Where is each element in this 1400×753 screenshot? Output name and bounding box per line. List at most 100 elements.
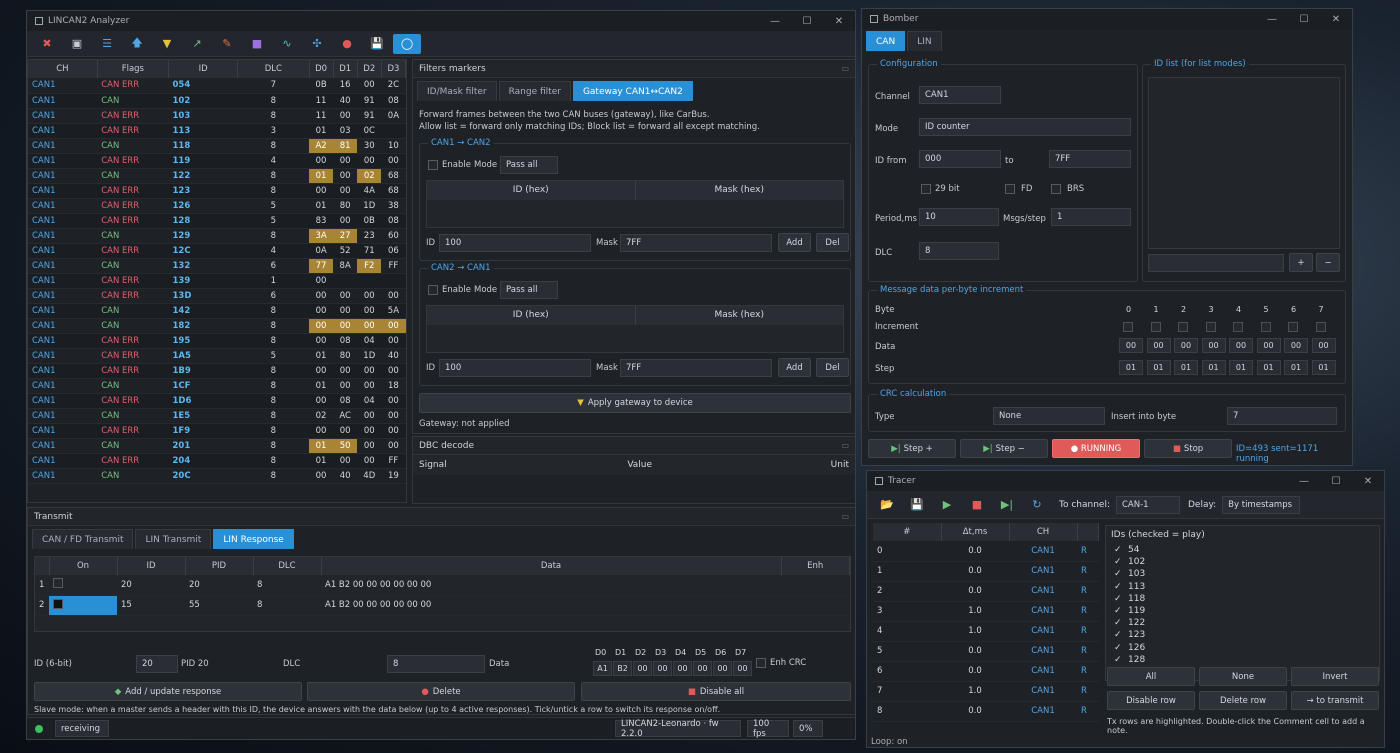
stop-button[interactable]: ■ Stop	[1144, 439, 1232, 458]
step-byte-input[interactable]: 01	[1174, 360, 1198, 375]
table-row[interactable]: CAN1 CAN 20C 8 00 40 4D 19	[28, 468, 406, 484]
all-button[interactable]: All	[1107, 667, 1195, 686]
table-row[interactable]: CAN1 CAN ERR 204 8 01 00 00 FF	[28, 453, 406, 469]
list-item[interactable]: ✓ 54	[1106, 544, 1379, 556]
close-button[interactable]: ✕	[823, 11, 855, 31]
col-ch[interactable]: CH	[28, 60, 98, 78]
data-cell[interactable]: A1 B2 00 00 00 00 00 00	[321, 575, 781, 596]
byte-input[interactable]: 00	[673, 661, 692, 676]
del-button-2[interactable]: Del	[816, 358, 849, 377]
save-icon[interactable]: 💾	[363, 34, 391, 54]
check-icon[interactable]: ✓	[1114, 618, 1124, 628]
minimize-button[interactable]: —	[759, 11, 791, 31]
pin-icon[interactable]: ▭	[841, 441, 849, 450]
table-row[interactable]: CAN1 CAN ERR 128 5 83 00 0B 08	[28, 213, 406, 229]
tab-can[interactable]: CAN	[866, 31, 906, 51]
arrow-up-icon[interactable]: 🡅	[123, 34, 151, 54]
mode-select-1[interactable]: Pass all	[500, 156, 558, 174]
close-button[interactable]: ✕	[1352, 471, 1384, 491]
id-add-button[interactable]: +	[1289, 253, 1313, 272]
step-byte-input[interactable]: 01	[1256, 360, 1281, 375]
minimize-button[interactable]: —	[1288, 471, 1320, 491]
byte-input[interactable]: 00	[693, 661, 712, 676]
record-icon[interactable]: ●	[333, 34, 361, 54]
apply-gateway-button[interactable]: ▼ Apply gateway to device	[419, 393, 851, 413]
clear-icon[interactable]: ▣	[63, 34, 91, 54]
table-row[interactable]: CAN1 CAN ERR 1B9 8 00 00 00 00	[28, 363, 406, 379]
step-byte-input[interactable]: 01	[1229, 360, 1253, 375]
fd-checkbox[interactable]	[1005, 184, 1015, 194]
table-row[interactable]: 3 1.0 CAN1 R	[873, 601, 1099, 622]
close-button[interactable]: ✕	[1320, 9, 1352, 29]
maximize-button[interactable]: ☐	[1288, 9, 1320, 29]
crc-type-select[interactable]: None	[993, 407, 1105, 425]
table-row[interactable]: CAN1 CAN ERR 139 1 00	[28, 273, 406, 289]
increment-checkbox[interactable]	[1315, 322, 1326, 332]
table-row[interactable]: CAN1 CAN ERR 13D 6 00 00 00 00	[28, 288, 406, 304]
list-item[interactable]: ✓ 102	[1106, 556, 1379, 568]
table-row[interactable]: CAN1 CAN ERR 054 7 0B 16 00 2C	[28, 78, 406, 94]
table-row[interactable]: 5 0.0 CAN1 R	[873, 641, 1099, 662]
step-plus-button[interactable]: ▶| Step +	[868, 439, 956, 458]
table-row[interactable]: CAN1 CAN ERR 1A5 5 01 80 1D 40	[28, 348, 406, 364]
disable-row-button[interactable]: Disable row	[1107, 691, 1195, 710]
to-channel-select[interactable]: CAN-1	[1115, 495, 1180, 514]
table-row[interactable]: CAN1 CAN ERR 113 3 01 03 0C	[28, 123, 406, 139]
table-row[interactable]: 0 0.0 CAN1 R	[873, 541, 1099, 562]
list-item[interactable]: ✓ 103	[1106, 568, 1379, 580]
data-byte-input[interactable]: 00	[1174, 338, 1198, 353]
save-icon[interactable]: 💾	[903, 495, 931, 515]
data-byte-input[interactable]: 00	[1119, 338, 1143, 353]
del-button-1[interactable]: Del	[816, 233, 849, 252]
channel-select[interactable]: CAN1	[919, 86, 1001, 104]
table-row[interactable]: CAN1 CAN 118 8 A2 81 30 10	[28, 138, 406, 154]
msgs-step-spinbox[interactable]: 1	[1051, 208, 1131, 226]
delay-select[interactable]: By timestamps	[1222, 495, 1301, 514]
step-icon[interactable]: ▶|	[993, 495, 1021, 515]
list-item[interactable]: ✓ 113	[1106, 581, 1379, 593]
step-byte-input[interactable]: 01	[1119, 360, 1143, 375]
data-cell[interactable]: A1 B2 00 00 00 00 00 00	[321, 595, 781, 616]
insert-byte-spinbox[interactable]: 7	[1227, 407, 1337, 425]
analyzer-titlebar[interactable]: LINCAN2 Analyzer — ☐ ✕	[27, 11, 855, 31]
check-icon[interactable]: ✓	[1114, 643, 1124, 653]
bomber-titlebar[interactable]: Bomber — ☐ ✕	[862, 9, 1352, 29]
data-byte-input[interactable]: 00	[1229, 338, 1253, 353]
enable-checkbox-2[interactable]	[428, 285, 438, 295]
filter-icon[interactable]: ▼	[153, 34, 181, 54]
none-button[interactable]: None	[1199, 667, 1287, 686]
tab-lin-transmit[interactable]: LIN Transmit	[135, 529, 212, 549]
table-row[interactable]: CAN1 CAN 201 8 01 50 00 00	[28, 438, 406, 454]
increment-checkbox[interactable]	[1288, 322, 1298, 332]
enh-cell[interactable]	[781, 595, 850, 616]
table-row[interactable]: CAN1 CAN ERR 119 4 00 00 00 00	[28, 153, 406, 169]
data-byte-input[interactable]: 00	[1146, 338, 1171, 353]
minimize-button[interactable]: —	[1256, 9, 1288, 29]
check-icon[interactable]: ✓	[1114, 655, 1124, 665]
col-d2[interactable]: D2	[357, 60, 382, 78]
network-icon[interactable]: ✣	[303, 34, 331, 54]
stop-icon[interactable]: ■	[963, 495, 991, 515]
id-from-input[interactable]: 000	[919, 150, 1001, 168]
to-transmit-button[interactable]: → to transmit	[1291, 691, 1379, 710]
add-update-response-button[interactable]: ◆ Add / update response	[34, 682, 302, 701]
table-row[interactable]: 2 0.0 CAN1 R	[873, 581, 1099, 602]
increment-checkbox[interactable]	[1205, 322, 1216, 332]
add-button-1[interactable]: Add	[778, 233, 811, 252]
check-icon[interactable]: ✓	[1114, 630, 1124, 640]
id-cell[interactable]: 15	[117, 595, 185, 616]
data-byte-input[interactable]: 00	[1311, 338, 1336, 353]
check-icon[interactable]: ✓	[1114, 606, 1124, 616]
list-item[interactable]: ✓ 119	[1106, 605, 1379, 617]
enh-cell[interactable]	[781, 575, 850, 596]
id-cell[interactable]: 20	[117, 575, 185, 596]
maximize-button[interactable]: ☐	[791, 11, 823, 31]
tracer-titlebar[interactable]: Tracer — ☐ ✕	[867, 471, 1384, 491]
pid-cell[interactable]: 20	[185, 575, 253, 596]
row-checkbox[interactable]	[53, 578, 63, 589]
id-remove-button[interactable]: −	[1316, 253, 1340, 272]
check-icon[interactable]: ✓	[1114, 545, 1124, 555]
sync-icon[interactable]: ◯	[393, 33, 421, 54]
list-item[interactable]: ✓ 122	[1106, 617, 1379, 629]
table-row[interactable]: CAN1 CAN ERR 126 5 01 80 1D 38	[28, 198, 406, 214]
